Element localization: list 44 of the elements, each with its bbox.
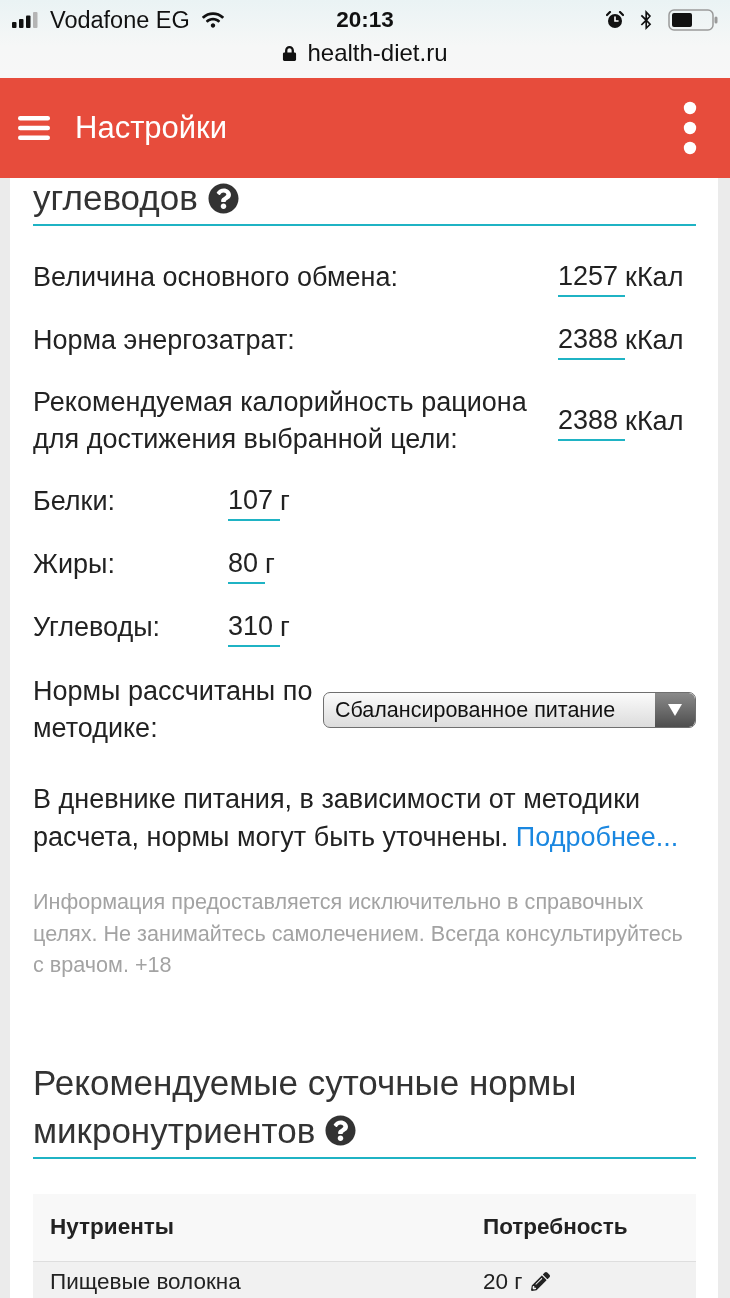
- value-reading: 2388: [558, 401, 626, 441]
- method-select[interactable]: Сбалансированное питание: [323, 692, 696, 728]
- row-label: Норма энергозатрат:: [33, 324, 296, 357]
- row-label: Жиры:: [33, 548, 116, 581]
- app-title: Настройки: [75, 110, 227, 146]
- disclaimer-text: Информация предоставляется исключительно в справочных целях. Не занимайтесь самолечением. Всегда консультируйтесь с врачом. +18: [33, 888, 684, 979]
- unit-label: г: [265, 548, 275, 581]
- section-title: углеводов: [33, 178, 198, 218]
- caret-icon[interactable]: [655, 693, 695, 727]
- carrier-name: Vodafone EG: [50, 6, 190, 34]
- unit-label: г: [280, 611, 290, 644]
- row-label: Белки:: [33, 485, 116, 518]
- table-cell: 20 г: [483, 1268, 523, 1294]
- value-reading: 107: [228, 482, 281, 521]
- unit-label: кКал: [625, 261, 684, 294]
- row-label: Величина основного обмена:: [33, 261, 399, 294]
- site-address[interactable]: health-diet.ru: [307, 39, 448, 67]
- column-header: Нутриенты: [50, 1214, 175, 1240]
- value-reading: 1257: [558, 258, 626, 297]
- lock-icon: [282, 45, 298, 61]
- pencil-icon[interactable]: [530, 1271, 550, 1291]
- unit-label: кКал: [625, 404, 684, 438]
- row-label: Нормы рассчитаны по методике:: [33, 675, 314, 745]
- menu-icon[interactable]: [18, 116, 50, 140]
- unit-label: г: [280, 485, 290, 518]
- section-title: микронутриентов: [33, 1109, 316, 1152]
- clock-time: 20:13: [336, 7, 394, 33]
- value-reading: 310: [228, 608, 281, 647]
- more-icon[interactable]: [683, 101, 697, 155]
- help-icon[interactable]: [207, 182, 239, 214]
- unit-label: кКал: [625, 324, 684, 357]
- row-label: Рекомендуемая калорийность рациона для достижения выбранной цели:: [33, 386, 528, 456]
- alarm-clock-icon: [606, 11, 624, 29]
- more-link[interactable]: Подробнее...: [515, 822, 679, 852]
- column-header: Потребность: [483, 1214, 629, 1240]
- help-icon[interactable]: [325, 1115, 357, 1146]
- table-cell-text: Пищевые волокна: [50, 1268, 242, 1294]
- value-reading: 2388: [558, 321, 626, 360]
- signal-icon: [12, 12, 38, 28]
- value-reading: 80: [228, 545, 266, 584]
- battery-icon: [668, 9, 718, 31]
- info-note: В дневнике питания, в зависимости от методики расчета, нормы могут быть уточнены. Подробнее...: [33, 783, 680, 854]
- row-label: Углеводы:: [33, 611, 162, 644]
- section-title: Рекомендуемые суточные нормы: [33, 1061, 577, 1104]
